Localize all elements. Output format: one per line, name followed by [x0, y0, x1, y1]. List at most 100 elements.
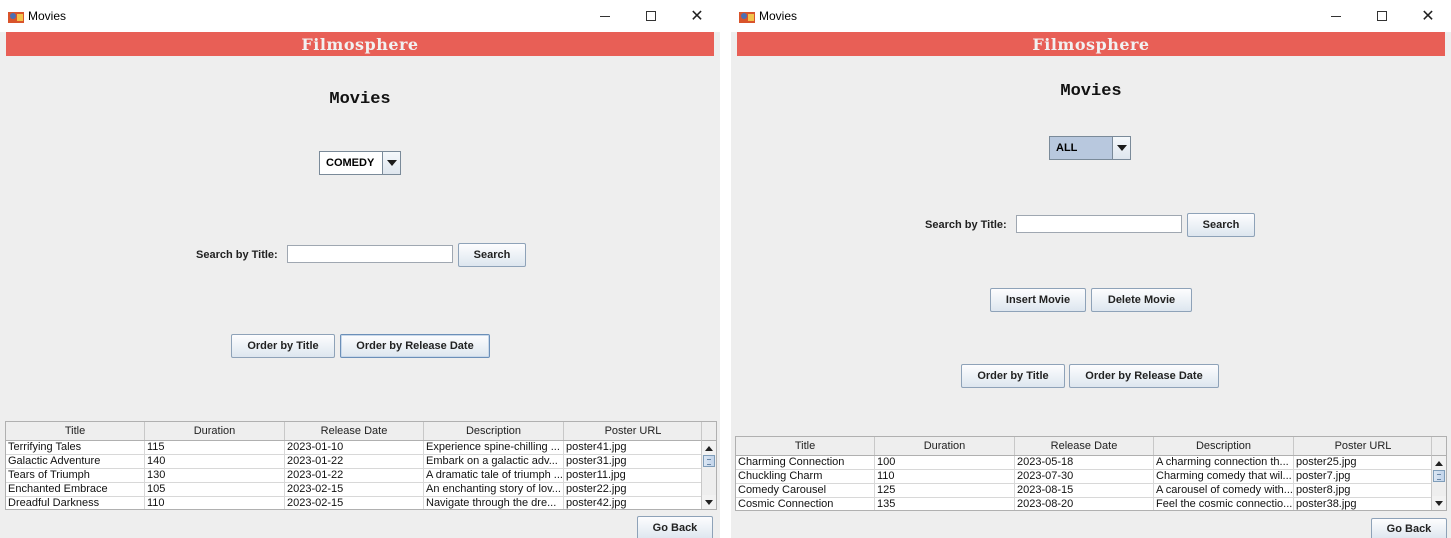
- cell-description[interactable]: Experience spine-chilling ...: [424, 441, 564, 454]
- movies-table[interactable]: Title Duration Release Date Description …: [5, 421, 717, 510]
- cell-title[interactable]: Terrifying Tales: [6, 441, 145, 454]
- cell-title[interactable]: Cosmic Connection: [736, 498, 875, 510]
- close-button[interactable]: ✕: [1405, 0, 1451, 32]
- column-header-release-date[interactable]: Release Date: [285, 422, 424, 440]
- column-header-release-date[interactable]: Release Date: [1015, 437, 1154, 455]
- scroll-up-icon[interactable]: [1432, 456, 1446, 470]
- cell-release-date[interactable]: 2023-01-10: [285, 441, 424, 454]
- cell-poster-url[interactable]: poster11.jpg: [564, 469, 703, 482]
- order-by-release-date-button[interactable]: Order by Release Date: [1069, 364, 1219, 388]
- maximize-button[interactable]: [628, 0, 674, 32]
- column-header-duration[interactable]: Duration: [145, 422, 285, 440]
- table-row[interactable]: Comedy Carousel 125 2023-08-15 A carouse…: [736, 484, 1433, 498]
- order-by-title-button[interactable]: Order by Title: [961, 364, 1065, 388]
- table-row[interactable]: Cosmic Connection 135 2023-08-20 Feel th…: [736, 498, 1433, 510]
- search-button[interactable]: Search: [458, 243, 526, 267]
- column-header-title[interactable]: Title: [736, 437, 875, 455]
- cell-release-date[interactable]: 2023-01-22: [285, 469, 424, 482]
- cell-release-date[interactable]: 2023-02-15: [285, 497, 424, 509]
- cell-title[interactable]: Tears of Triumph: [6, 469, 145, 482]
- order-by-release-date-button[interactable]: Order by Release Date: [340, 334, 490, 358]
- order-by-title-button[interactable]: Order by Title: [231, 334, 335, 358]
- scroll-up-icon[interactable]: [702, 441, 716, 455]
- cell-poster-url[interactable]: poster41.jpg: [564, 441, 703, 454]
- table-row[interactable]: Chuckling Charm 110 2023-07-30 Charming …: [736, 470, 1433, 484]
- search-button[interactable]: Search: [1187, 213, 1255, 237]
- movies-window-right: Movies ✕ Filmosphere Movies ALL Search b…: [731, 0, 1451, 538]
- cell-description[interactable]: A dramatic tale of triumph ...: [424, 469, 564, 482]
- cell-poster-url[interactable]: poster7.jpg: [1294, 470, 1433, 483]
- cell-description[interactable]: An enchanting story of lov...: [424, 483, 564, 496]
- close-button[interactable]: ✕: [674, 0, 720, 32]
- genre-dropdown[interactable]: ALL: [1049, 136, 1131, 160]
- cell-poster-url[interactable]: poster31.jpg: [564, 455, 703, 468]
- cell-title[interactable]: Charming Connection: [736, 456, 875, 469]
- cell-title[interactable]: Comedy Carousel: [736, 484, 875, 497]
- scroll-thumb[interactable]: [703, 455, 715, 467]
- column-header-duration[interactable]: Duration: [875, 437, 1015, 455]
- cell-title[interactable]: Enchanted Embrace: [6, 483, 145, 496]
- scroll-down-icon[interactable]: [702, 495, 716, 509]
- column-header-poster-url[interactable]: Poster URL: [1294, 437, 1433, 455]
- go-back-button[interactable]: Go Back: [1371, 518, 1447, 538]
- cell-duration[interactable]: 130: [145, 469, 285, 482]
- table-scrollbar[interactable]: [1431, 456, 1446, 510]
- search-input[interactable]: [287, 245, 453, 263]
- scroll-down-icon[interactable]: [1432, 496, 1446, 510]
- movies-table[interactable]: Title Duration Release Date Description …: [735, 436, 1447, 511]
- table-row[interactable]: Terrifying Tales 115 2023-01-10 Experien…: [6, 441, 703, 455]
- cell-duration[interactable]: 140: [145, 455, 285, 468]
- cell-description[interactable]: Feel the cosmic connectio...: [1154, 498, 1294, 510]
- cell-duration[interactable]: 135: [875, 498, 1015, 510]
- cell-description[interactable]: Navigate through the dre...: [424, 497, 564, 509]
- cell-title[interactable]: Galactic Adventure: [6, 455, 145, 468]
- table-row[interactable]: Dreadful Darkness 110 2023-02-15 Navigat…: [6, 497, 703, 509]
- go-back-button[interactable]: Go Back: [637, 516, 713, 538]
- delete-movie-button[interactable]: Delete Movie: [1091, 288, 1192, 312]
- cell-description[interactable]: Charming comedy that wil...: [1154, 470, 1294, 483]
- genre-dropdown[interactable]: COMEDY: [319, 151, 401, 175]
- cell-title[interactable]: Dreadful Darkness: [6, 497, 145, 509]
- column-header-poster-url[interactable]: Poster URL: [564, 422, 703, 440]
- cell-poster-url[interactable]: poster8.jpg: [1294, 484, 1433, 497]
- cell-poster-url[interactable]: poster22.jpg: [564, 483, 703, 496]
- cell-poster-url[interactable]: poster38.jpg: [1294, 498, 1433, 510]
- table-row[interactable]: Charming Connection 100 2023-05-18 A cha…: [736, 456, 1433, 470]
- cell-release-date[interactable]: 2023-02-15: [285, 483, 424, 496]
- cell-description[interactable]: A carousel of comedy with...: [1154, 484, 1294, 497]
- cell-poster-url[interactable]: poster42.jpg: [564, 497, 703, 509]
- table-row[interactable]: Galactic Adventure 140 2023-01-22 Embark…: [6, 455, 703, 469]
- cell-description[interactable]: Embark on a galactic adv...: [424, 455, 564, 468]
- cell-duration[interactable]: 110: [145, 497, 285, 509]
- cell-duration[interactable]: 110: [875, 470, 1015, 483]
- chevron-down-icon[interactable]: [1112, 137, 1130, 159]
- table-body: Terrifying Tales 115 2023-01-10 Experien…: [6, 441, 703, 509]
- column-header-description[interactable]: Description: [1154, 437, 1294, 455]
- minimize-button[interactable]: [1313, 0, 1359, 32]
- minimize-button[interactable]: [582, 0, 628, 32]
- table-row[interactable]: Tears of Triumph 130 2023-01-22 A dramat…: [6, 469, 703, 483]
- cell-release-date[interactable]: 2023-01-22: [285, 455, 424, 468]
- scroll-thumb[interactable]: [1433, 470, 1445, 482]
- cell-poster-url[interactable]: poster25.jpg: [1294, 456, 1433, 469]
- cell-duration[interactable]: 100: [875, 456, 1015, 469]
- search-input[interactable]: [1016, 215, 1182, 233]
- genre-selected-value: COMEDY: [326, 157, 375, 169]
- cell-title[interactable]: Chuckling Charm: [736, 470, 875, 483]
- maximize-button[interactable]: [1359, 0, 1405, 32]
- cell-duration[interactable]: 125: [875, 484, 1015, 497]
- chevron-down-icon[interactable]: [382, 152, 400, 174]
- table-scrollbar[interactable]: [701, 441, 716, 509]
- column-header-description[interactable]: Description: [424, 422, 564, 440]
- cell-release-date[interactable]: 2023-05-18: [1015, 456, 1154, 469]
- cell-release-date[interactable]: 2023-08-15: [1015, 484, 1154, 497]
- column-header-title[interactable]: Title: [6, 422, 145, 440]
- cell-description[interactable]: A charming connection th...: [1154, 456, 1294, 469]
- cell-release-date[interactable]: 2023-08-20: [1015, 498, 1154, 510]
- cell-duration[interactable]: 115: [145, 441, 285, 454]
- cell-duration[interactable]: 105: [145, 483, 285, 496]
- insert-movie-button[interactable]: Insert Movie: [990, 288, 1086, 312]
- table-row[interactable]: Enchanted Embrace 105 2023-02-15 An ench…: [6, 483, 703, 497]
- search-label: Search by Title:: [925, 219, 1007, 231]
- cell-release-date[interactable]: 2023-07-30: [1015, 470, 1154, 483]
